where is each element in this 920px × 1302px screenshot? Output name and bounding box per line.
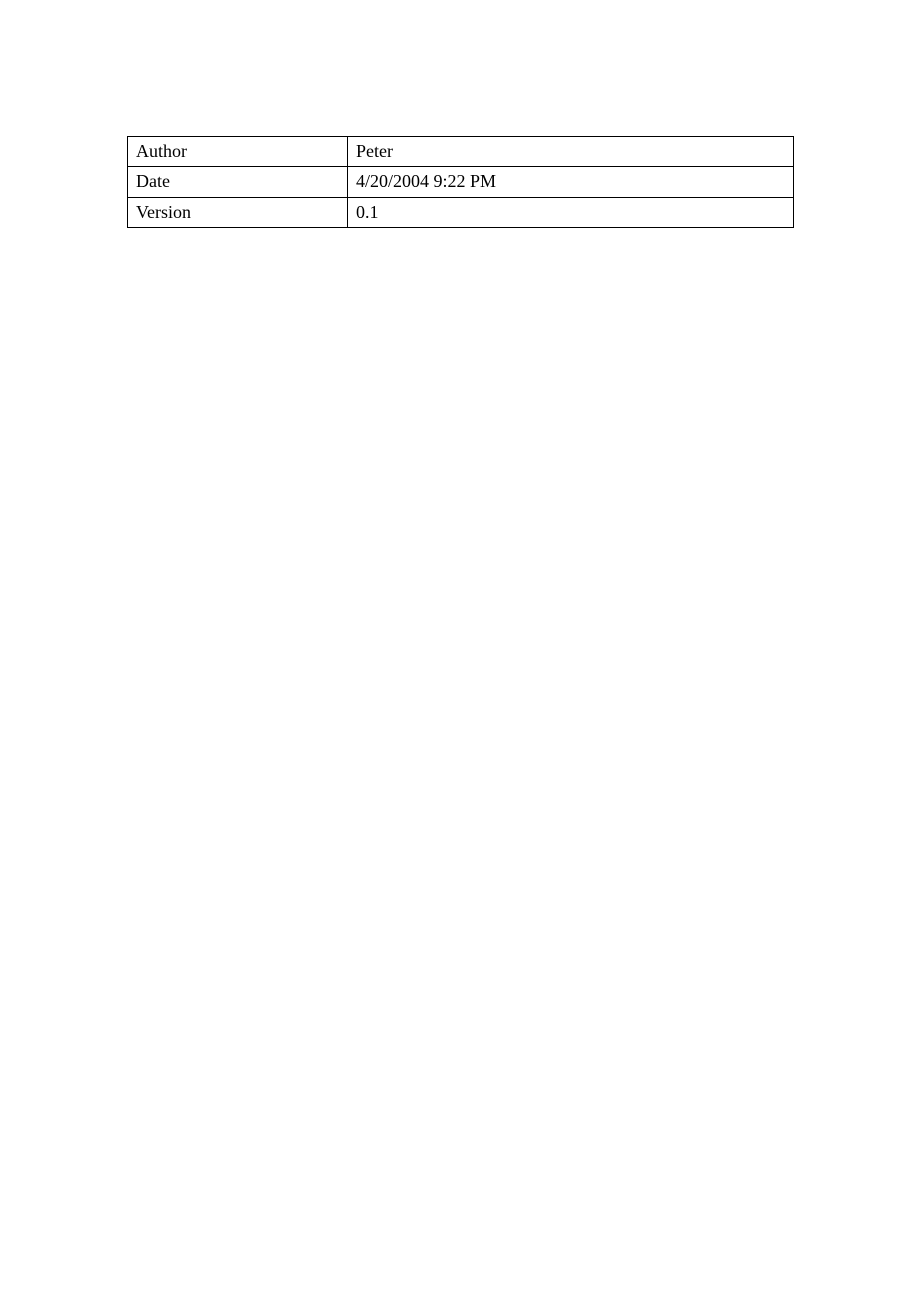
date-value: 4/20/2004 9:22 PM xyxy=(348,167,794,197)
date-label: Date xyxy=(128,167,348,197)
version-value: 0.1 xyxy=(348,197,794,227)
version-label: Version xyxy=(128,197,348,227)
table-row: Version 0.1 xyxy=(128,197,794,227)
document-page: Author Peter Date 4/20/2004 9:22 PM Vers… xyxy=(0,0,920,228)
table-row: Author Peter xyxy=(128,137,794,167)
table-row: Date 4/20/2004 9:22 PM xyxy=(128,167,794,197)
metadata-table: Author Peter Date 4/20/2004 9:22 PM Vers… xyxy=(127,136,794,228)
author-value: Peter xyxy=(348,137,794,167)
author-label: Author xyxy=(128,137,348,167)
